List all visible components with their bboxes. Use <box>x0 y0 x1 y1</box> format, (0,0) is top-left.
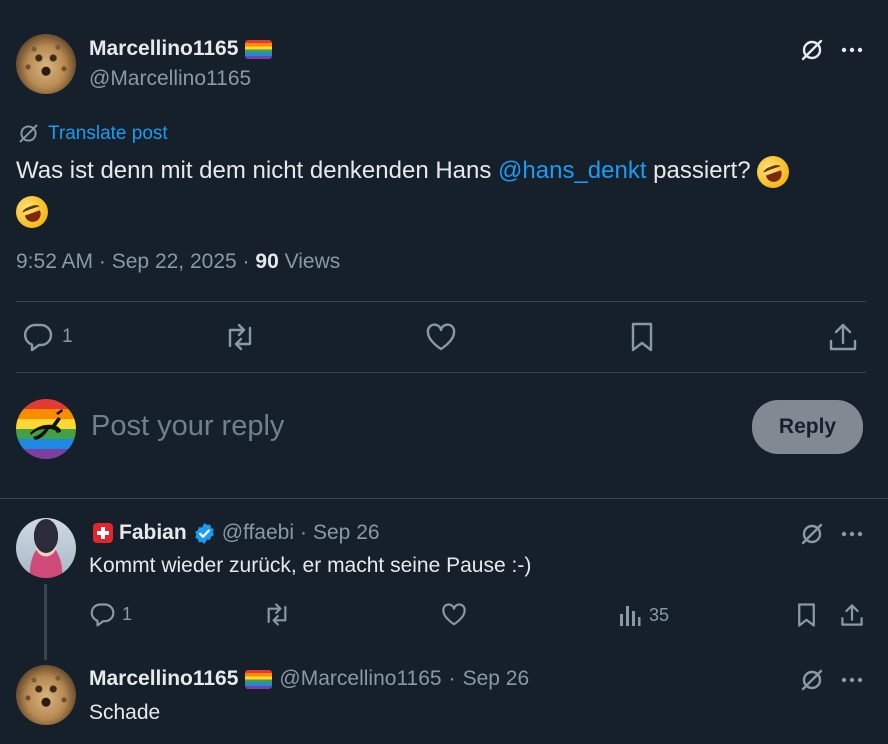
reply-avatar[interactable] <box>16 665 76 725</box>
reply-date[interactable]: Sep 26 <box>313 521 380 545</box>
views-label: Views <box>284 250 341 273</box>
reply-action[interactable]: 1 <box>89 602 132 627</box>
more-icon[interactable] <box>840 530 864 538</box>
bookmark-icon[interactable] <box>796 602 817 628</box>
reply-icon <box>89 602 116 627</box>
reply-action[interactable]: 1 <box>22 322 73 352</box>
reply-count: 1 <box>122 604 133 624</box>
more-icon[interactable] <box>840 46 864 54</box>
separator: · <box>242 250 250 273</box>
reply-avatar[interactable] <box>16 518 76 578</box>
reply-text: Kommt wieder zurück, er macht seine Paus… <box>89 554 532 577</box>
reply-icon <box>22 322 54 352</box>
more-icon[interactable] <box>840 676 864 684</box>
post-date[interactable]: Sep 22, 2025 <box>112 250 237 273</box>
share-icon[interactable] <box>828 321 858 353</box>
author-name[interactable]: Marcellino1165 <box>89 37 238 61</box>
reply-header: Fabian @ffaebi · Sep 26 <box>93 521 380 545</box>
share-icon[interactable] <box>840 602 864 628</box>
views-count: 90 <box>255 250 279 273</box>
translate-label[interactable]: Translate post <box>48 123 168 145</box>
rofl-emoji <box>11 191 53 233</box>
author-handle[interactable]: @Marcellino1165 <box>89 67 251 91</box>
rainbow-flag-icon <box>245 669 273 689</box>
rofl-emoji <box>752 151 794 193</box>
reply-button[interactable]: Reply <box>752 400 863 454</box>
author-name-row: Marcellino1165 <box>89 37 273 61</box>
grok-icon[interactable] <box>799 667 825 693</box>
author-avatar[interactable] <box>16 34 76 94</box>
divider <box>0 498 888 499</box>
verified-badge-icon <box>193 522 216 545</box>
swiss-flag-icon <box>93 523 113 543</box>
separator: · <box>98 250 106 273</box>
reply-author-name[interactable]: Fabian <box>119 521 187 545</box>
reply-text: Schade <box>89 701 161 724</box>
repost-icon[interactable] <box>222 322 258 352</box>
mention-link[interactable]: @hans_denkt <box>498 157 646 184</box>
repost-icon[interactable] <box>262 602 292 627</box>
translate-post-link[interactable]: Translate post <box>17 122 168 145</box>
rainbow-flag-icon <box>245 39 273 59</box>
post-meta: 9:52 AM · Sep 22, 2025 · 90 Views <box>16 250 340 274</box>
post-text-before: Was ist denn mit dem nicht denkenden Han… <box>16 157 499 184</box>
divider <box>16 372 866 373</box>
my-avatar[interactable] <box>16 399 76 459</box>
grok-icon[interactable] <box>799 521 825 547</box>
divider <box>16 301 866 302</box>
separator: · <box>448 667 456 690</box>
translate-icon <box>17 122 40 145</box>
like-icon[interactable] <box>441 603 467 626</box>
post-time[interactable]: 9:52 AM <box>16 250 93 273</box>
reply-author-handle[interactable]: @ffaebi <box>222 521 294 545</box>
reply-input[interactable]: Post your reply <box>91 410 284 443</box>
views-count: 35 <box>649 604 670 625</box>
post-text: Was ist denn mit dem nicht denkenden Han… <box>11 151 866 233</box>
post-text-after: passiert? <box>646 157 751 184</box>
separator: · <box>300 521 307 544</box>
views-action[interactable]: 35 <box>619 603 669 627</box>
reply-author-name[interactable]: Marcellino1165 <box>89 667 238 691</box>
like-icon[interactable] <box>425 323 457 351</box>
bookmark-icon[interactable] <box>629 321 655 353</box>
reply-date[interactable]: Sep 26 <box>463 667 530 691</box>
views-icon <box>619 603 641 627</box>
thread-line <box>44 584 47 660</box>
reply-author-handle[interactable]: @Marcellino1165 <box>279 667 441 691</box>
reply-count: 1 <box>62 326 73 347</box>
reply-header: Marcellino1165 @Marcellino1165 · Sep 26 <box>89 667 529 691</box>
grok-icon[interactable] <box>799 37 825 63</box>
